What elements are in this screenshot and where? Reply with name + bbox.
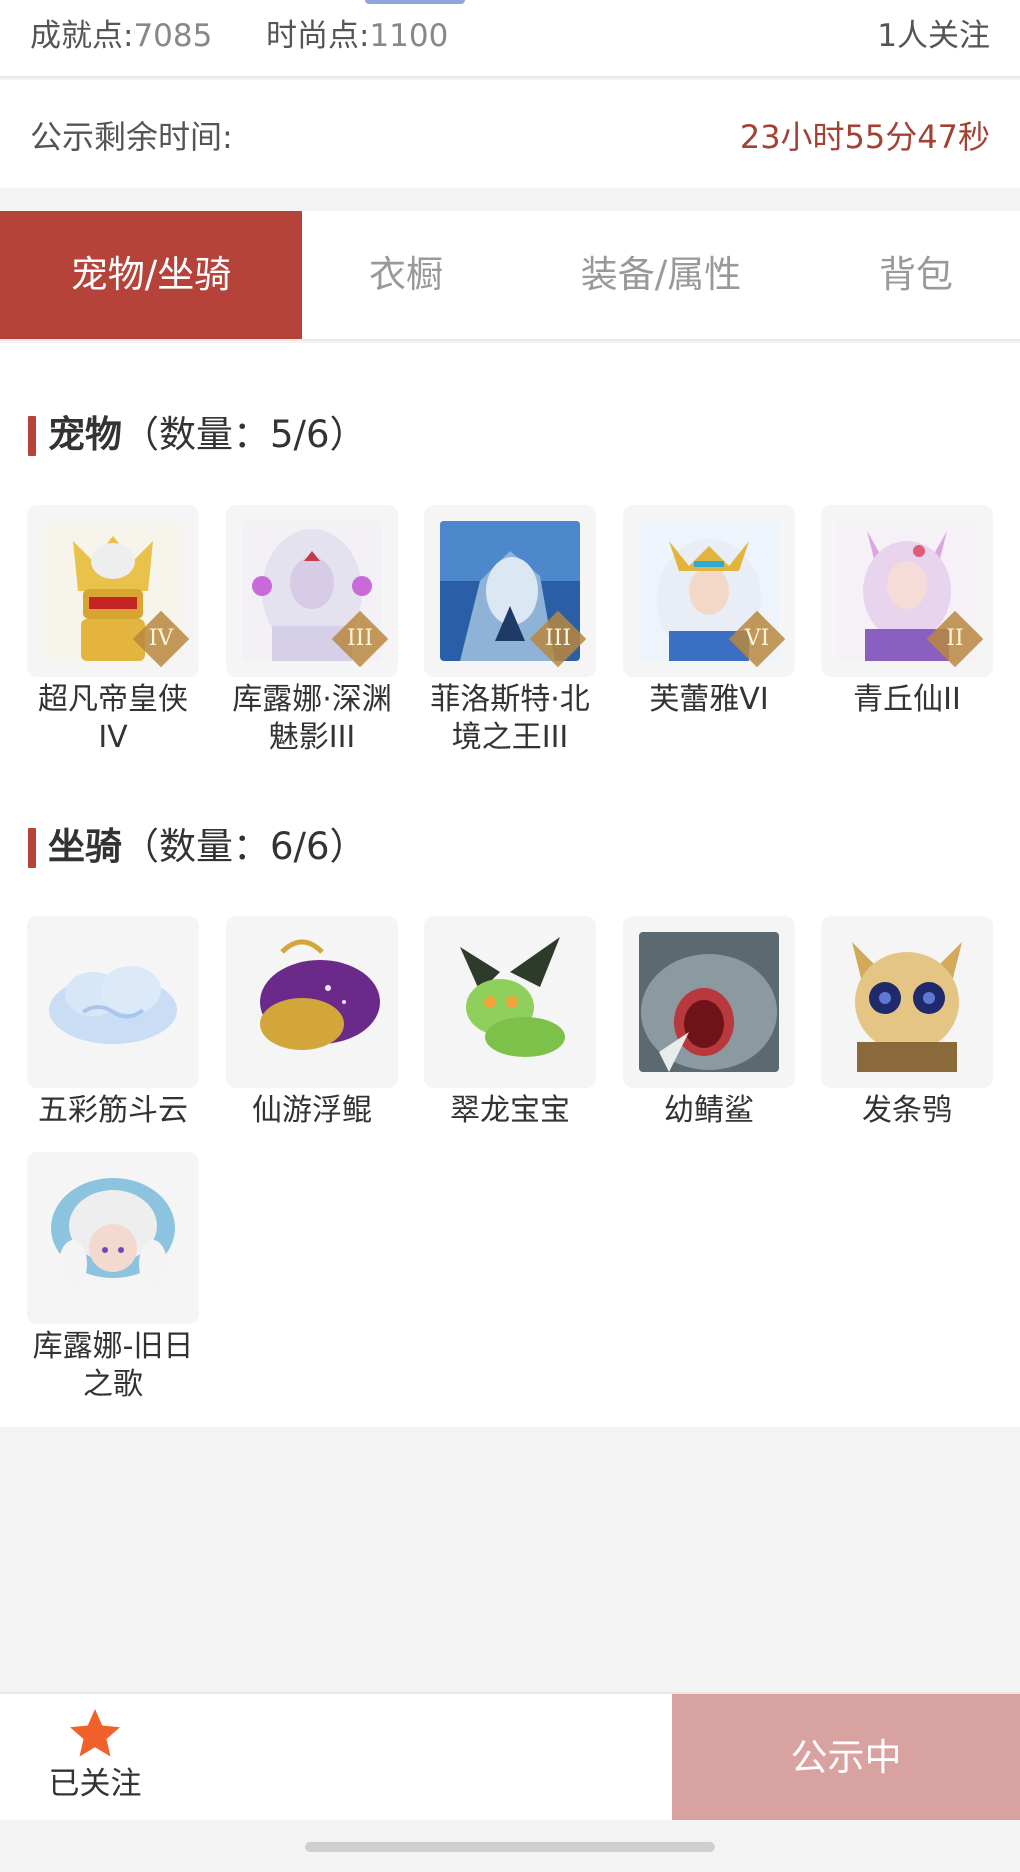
shark-icon bbox=[639, 932, 779, 1072]
fashion-value: 1100 bbox=[369, 18, 449, 54]
cloud-icon bbox=[49, 966, 177, 1044]
achievement-value: 7085 bbox=[133, 18, 213, 54]
mount-name: 幼鲭鲨 bbox=[664, 1093, 754, 1128]
mount-item[interactable]: 发条鸮 bbox=[821, 916, 993, 1130]
mount-item[interactable]: 五彩筋斗云 bbox=[27, 916, 199, 1130]
clockwork-owl-icon bbox=[852, 942, 962, 1072]
system-gesture-area bbox=[0, 1820, 1020, 1872]
mount-item[interactable]: 仙游浮鲲 bbox=[226, 916, 398, 1130]
fashion-label: 时尚点: bbox=[266, 18, 370, 54]
mount-name: 库露娜-旧日之歌 bbox=[32, 1329, 194, 1402]
pets-section-title: 宠物（数量：5/6） bbox=[28, 412, 367, 458]
pet-item[interactable]: III 菲洛斯特·北境之王III bbox=[424, 505, 596, 757]
header-tab-indicator bbox=[365, 0, 465, 4]
pet-thumbnail: II bbox=[821, 505, 993, 677]
publicity-status-button[interactable]: 公示中 bbox=[672, 1694, 1020, 1822]
mount-item[interactable]: 翠龙宝宝 bbox=[424, 916, 596, 1130]
rank-badge-text: III bbox=[346, 626, 374, 651]
flying-whale-icon bbox=[260, 939, 380, 1050]
rank-badge-text: IV bbox=[148, 626, 174, 651]
pet-item[interactable]: II 青丘仙II bbox=[821, 505, 993, 719]
mount-item[interactable]: 库露娜-旧日之歌 bbox=[27, 1152, 199, 1404]
tab-pets-mounts[interactable]: 宠物/坐骑 bbox=[0, 211, 302, 339]
publicity-countdown: 公示剩余时间: 23小时55分47秒 bbox=[0, 80, 1020, 188]
mount-thumbnail bbox=[226, 916, 398, 1088]
pets-count: （数量：5/6） bbox=[122, 413, 367, 456]
mount-thumbnail bbox=[821, 916, 993, 1088]
tab-wardrobe[interactable]: 衣橱 bbox=[302, 211, 510, 339]
mounts-title: 坐骑 bbox=[48, 825, 122, 868]
pet-item[interactable]: III 库露娜·深渊魅影III bbox=[226, 505, 398, 757]
rank-badge-text: III bbox=[544, 626, 572, 651]
home-indicator[interactable] bbox=[305, 1842, 715, 1852]
stats-row: 成就点:7085 时尚点:1100 1人关注 bbox=[0, 0, 1020, 78]
mount-thumbnail bbox=[27, 916, 199, 1088]
pet-name: 青丘仙II bbox=[853, 682, 961, 717]
detail-tabs: 宠物/坐骑 衣橱 装备/属性 背包 bbox=[0, 211, 1020, 341]
fashion-points: 时尚点:1100 bbox=[266, 10, 448, 55]
pet-name: 超凡帝皇侠IV bbox=[38, 682, 188, 755]
pet-name: 菲洛斯特·北境之王III bbox=[430, 682, 590, 755]
pet-thumbnail: IV bbox=[27, 505, 199, 677]
countdown-time: 23小时55分47秒 bbox=[739, 118, 990, 156]
achievement-label: 成就点: bbox=[30, 18, 134, 54]
star-icon bbox=[70, 1709, 120, 1757]
pets-mounts-panel: 宠物（数量：5/6） IV 超凡帝皇侠IV III 库露娜·深渊魅影III II… bbox=[0, 343, 1020, 1427]
mount-thumbnail bbox=[424, 916, 596, 1088]
sheep-girl-icon bbox=[51, 1178, 175, 1288]
mount-thumbnail bbox=[27, 1152, 199, 1324]
mount-name: 仙游浮鲲 bbox=[252, 1093, 372, 1128]
pet-thumbnail: VI bbox=[623, 505, 795, 677]
mount-thumbnail bbox=[623, 916, 795, 1088]
countdown-label: 公示剩余时间: bbox=[30, 118, 233, 156]
rank-badge-text: VI bbox=[744, 626, 770, 651]
pet-thumbnail: III bbox=[424, 505, 596, 677]
follow-button[interactable]: 已关注 bbox=[40, 1704, 150, 1804]
pets-title: 宠物 bbox=[48, 413, 122, 456]
follow-label: 已关注 bbox=[48, 1766, 142, 1802]
mount-item[interactable]: 幼鲭鲨 bbox=[623, 916, 795, 1130]
mounts-count: （数量：6/6） bbox=[122, 825, 367, 868]
mount-name: 翠龙宝宝 bbox=[450, 1093, 570, 1128]
mount-name: 发条鸮 bbox=[862, 1093, 952, 1128]
tab-backpack[interactable]: 背包 bbox=[812, 211, 1020, 339]
tab-equipment-attributes[interactable]: 装备/属性 bbox=[510, 211, 812, 339]
pet-item[interactable]: VI 芙蕾雅VI bbox=[623, 505, 795, 719]
pet-thumbnail: III bbox=[226, 505, 398, 677]
rank-badge-text: II bbox=[946, 626, 964, 651]
mounts-section-title: 坐骑（数量：6/6） bbox=[28, 824, 367, 870]
achievement-points: 成就点:7085 bbox=[30, 10, 212, 55]
bottom-action-bar: 已关注 公示中 bbox=[0, 1692, 1020, 1822]
baby-green-dragon-icon bbox=[460, 937, 565, 1057]
follower-count: 1人关注 bbox=[877, 18, 990, 54]
pet-name: 库露娜·深渊魅影III bbox=[232, 682, 392, 755]
pet-name: 芙蕾雅VI bbox=[649, 682, 769, 717]
mount-name: 五彩筋斗云 bbox=[38, 1093, 188, 1128]
pet-item[interactable]: IV 超凡帝皇侠IV bbox=[27, 505, 199, 757]
